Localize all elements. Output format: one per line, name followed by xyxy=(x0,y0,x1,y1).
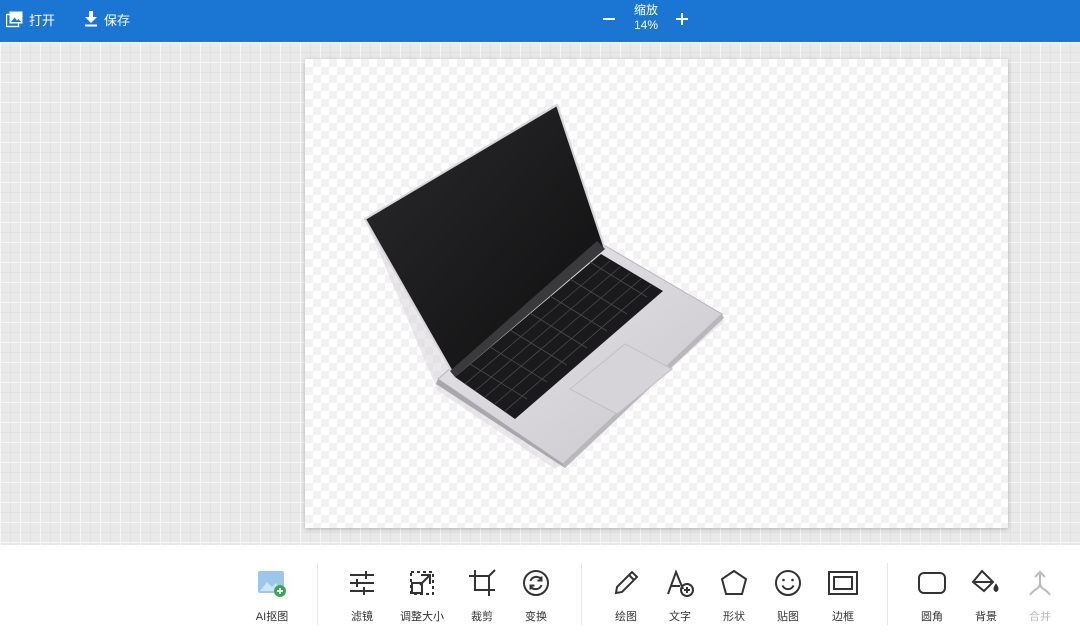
corners-button[interactable]: 圆角 xyxy=(904,567,960,627)
toolbar-divider xyxy=(581,563,582,625)
rotate-icon xyxy=(520,567,552,599)
draw-button[interactable]: 绘图 xyxy=(598,567,654,627)
shape-label: 形状 xyxy=(723,611,745,623)
background-label: 背景 xyxy=(975,611,997,623)
text-label: 文字 xyxy=(669,611,691,623)
crop-button[interactable]: 裁剪 xyxy=(454,567,510,627)
filter-label: 滤镜 xyxy=(351,611,373,623)
transform-button[interactable]: 变换 xyxy=(508,567,564,627)
download-icon xyxy=(84,11,98,27)
frame-icon xyxy=(827,567,859,599)
sliders-icon xyxy=(346,567,378,599)
merge-label: 合并 xyxy=(1029,611,1051,623)
zoom-out-button[interactable] xyxy=(600,9,618,29)
resize-button[interactable]: 调整大小 xyxy=(394,567,450,627)
image-canvas[interactable] xyxy=(305,59,1008,528)
zoom-indicator: 缩放 14% xyxy=(620,3,672,33)
zoom-title: 缩放 xyxy=(633,3,658,17)
merge-button[interactable]: 合并 xyxy=(1012,567,1068,627)
crop-icon xyxy=(466,567,498,599)
resize-label: 调整大小 xyxy=(400,611,444,623)
pentagon-icon xyxy=(718,567,750,599)
open-label: 打开 xyxy=(29,12,56,28)
plus-icon xyxy=(676,13,688,25)
sticker-button[interactable]: 贴图 xyxy=(760,567,816,627)
bottom-toolbar: AI抠图 滤镜 调整大小 裁剪 变换 绘图 文字 形状 贴图 边框 圆角 背景 … xyxy=(0,545,1080,632)
frame-button[interactable]: 边框 xyxy=(815,567,871,627)
ai-cutout-icon xyxy=(256,567,288,599)
sticker-label: 贴图 xyxy=(777,611,799,623)
toolbar-divider xyxy=(887,563,888,625)
save-label: 保存 xyxy=(104,12,131,28)
draw-label: 绘图 xyxy=(615,611,637,623)
background-button[interactable]: 背景 xyxy=(958,567,1014,627)
open-button[interactable]: 打开 xyxy=(6,0,55,38)
shape-button[interactable]: 形状 xyxy=(706,567,762,627)
paint-bucket-icon xyxy=(970,567,1002,599)
frame-label: 边框 xyxy=(832,611,854,623)
workspace xyxy=(0,42,1080,545)
save-button[interactable]: 保存 xyxy=(84,0,130,38)
zoom-in-button[interactable] xyxy=(673,9,691,29)
text-button[interactable]: 文字 xyxy=(652,567,708,627)
image-open-icon xyxy=(6,11,23,28)
laptop-image xyxy=(363,103,725,469)
minus-icon xyxy=(603,18,615,20)
top-bar: 打开 保存 缩放 14% xyxy=(0,0,1080,42)
transform-label: 变换 xyxy=(525,611,547,623)
filter-button[interactable]: 滤镜 xyxy=(334,567,390,627)
ai-cutout-label: AI抠图 xyxy=(255,611,289,623)
ai-cutout-button[interactable]: AI抠图 xyxy=(244,567,300,627)
smiley-icon xyxy=(772,567,804,599)
merge-icon xyxy=(1024,567,1056,599)
toolbar-divider xyxy=(317,563,318,625)
pencil-icon xyxy=(610,567,642,599)
corners-label: 圆角 xyxy=(921,611,943,623)
resize-icon xyxy=(406,567,438,599)
text-add-icon xyxy=(664,567,696,599)
rounded-rect-icon xyxy=(916,567,948,599)
crop-label: 裁剪 xyxy=(471,611,493,623)
zoom-value: 14% xyxy=(633,18,659,32)
